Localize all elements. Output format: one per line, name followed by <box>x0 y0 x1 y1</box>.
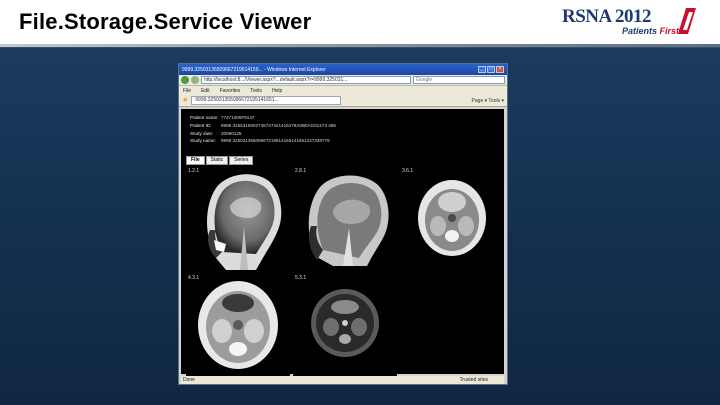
meta-row: Patient name: 77471009F9147 <box>190 115 255 120</box>
favorites-star-icon[interactable]: ★ <box>182 97 188 104</box>
window-title: 9999.32503135509667219514159... - Window… <box>182 66 326 73</box>
browser-window: 9999.32503135509667219514159... - Window… <box>178 63 508 385</box>
viewer-tabs: File Static Series <box>186 156 254 165</box>
menu-favorites[interactable]: Favorites <box>220 88 241 94</box>
address-bar[interactable]: http://localhost:8.../Viewer.aspx?...def… <box>201 76 411 84</box>
series-thumbnail[interactable]: 1.2.1 <box>186 166 290 270</box>
logo-tagline: Patients First <box>622 26 680 36</box>
page-tab[interactable]: 9999.325031355096672195141651... <box>191 96 342 105</box>
menu-tools[interactable]: Tools <box>250 88 262 94</box>
mri-axial-image <box>418 180 486 256</box>
page-tools[interactable]: Page ▾ Tools ▾ <box>472 98 504 104</box>
tab-series[interactable]: Series <box>229 156 254 165</box>
address-row: http://localhost:8.../Viewer.aspx?...def… <box>179 75 507 86</box>
header-rule-thin <box>0 47 720 48</box>
minimize-button[interactable]: _ <box>478 66 486 73</box>
mri-sagittal-image <box>308 175 389 266</box>
tab-file[interactable]: File <box>186 156 205 165</box>
logo-wordmark: RSNA 2012 <box>562 6 651 27</box>
slide-header: File.Storage.Service Viewer RSNA 2012 Pa… <box>0 0 720 44</box>
mri-sagittal-image <box>207 174 282 270</box>
menu-bar: File Edit Favorites Tools Help <box>179 86 507 95</box>
series-thumbnail[interactable]: 2.8.1 <box>293 166 397 270</box>
forward-button[interactable] <box>191 76 199 84</box>
menu-edit[interactable]: Edit <box>201 88 210 94</box>
series-label: 3.6.1 <box>402 168 414 174</box>
series-grid: 1.2.1 2.8.1 3.6.1 4.3.1 5.3.1 <box>186 166 504 377</box>
search-input[interactable]: Google <box>413 76 505 84</box>
series-label: 5.3.1 <box>295 275 307 281</box>
series-thumbnail[interactable]: 4.3.1 <box>186 273 290 377</box>
mri-axial-image <box>198 281 278 369</box>
back-button[interactable] <box>181 76 189 84</box>
menu-file[interactable]: File <box>183 88 191 94</box>
tab-static[interactable]: Static <box>205 156 229 165</box>
status-bar: Done Trusted sites <box>181 376 504 384</box>
study-metadata: Patient name: 77471009F9147 Patient ID: 99… <box>190 115 336 146</box>
series-label: 4.3.1 <box>188 275 200 281</box>
window-titlebar: 9999.32503135509667219514159... - Window… <box>179 64 507 75</box>
meta-row: Patient ID: 9999.325531550274574742141527… <box>190 122 336 128</box>
maximize-button[interactable]: □ <box>487 66 495 73</box>
rsna-logo: RSNA 2012 Patients First <box>562 6 700 40</box>
tab-row: ★ 9999.325031355096672195141651... Page … <box>179 95 507 107</box>
series-thumbnail[interactable]: 3.6.1 <box>400 166 504 270</box>
close-button[interactable]: × <box>496 66 504 73</box>
security-zone: Trusted sites <box>459 377 488 383</box>
menu-help[interactable]: Help <box>272 88 282 94</box>
slide-title: File.Storage.Service Viewer <box>19 9 312 34</box>
meta-row: Study name: 9999.325031355096672195141651… <box>190 138 330 144</box>
logo-slash-icon <box>678 8 696 34</box>
mri-axial-image <box>311 289 379 357</box>
viewer-content: Patient name: 77471009F9147 Patient ID: 99… <box>181 109 504 377</box>
series-label: 1.2.1 <box>188 168 200 174</box>
status-text: Done <box>183 377 195 383</box>
meta-row: Study date: 20090125 <box>190 130 242 136</box>
series-label: 2.8.1 <box>295 168 307 174</box>
series-thumbnail[interactable]: 5.3.1 <box>293 273 397 377</box>
